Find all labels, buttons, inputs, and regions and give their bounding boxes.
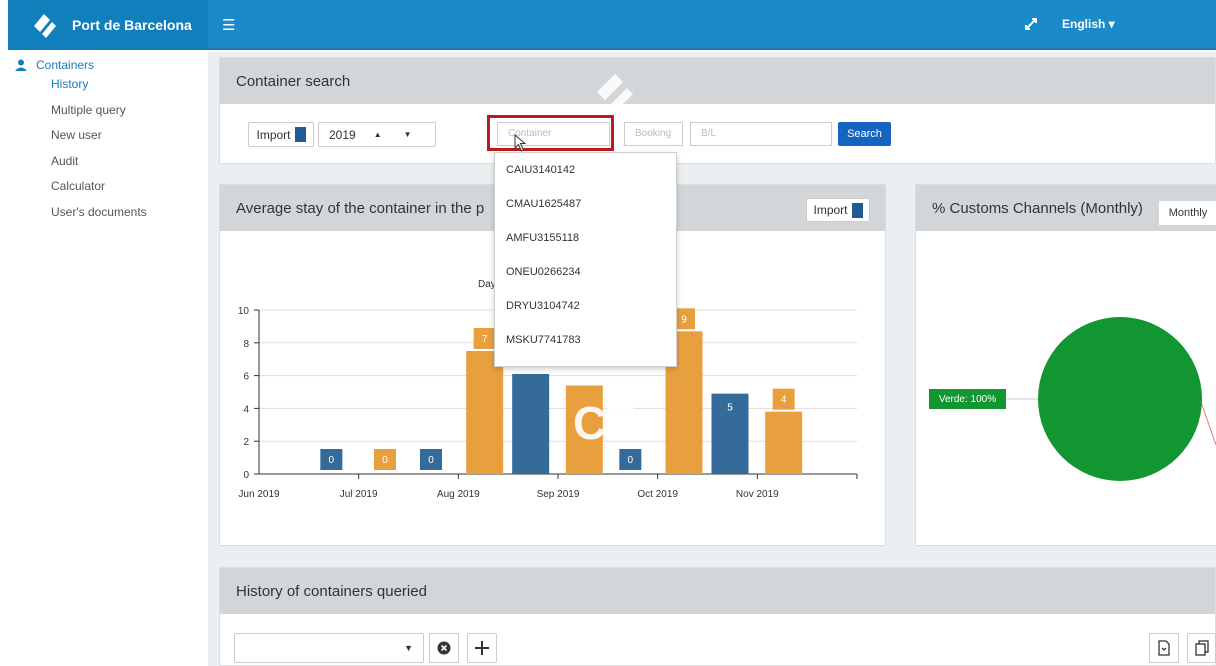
export-pdf-button[interactable]	[1149, 633, 1179, 663]
sidebar-item-calculator[interactable]: Calculator	[8, 174, 208, 200]
chart-import-label: Import	[813, 203, 848, 217]
history-filter-select[interactable]: ▼	[234, 633, 424, 663]
year-value: 2019	[329, 127, 356, 142]
y-tick-label: 4	[243, 404, 249, 415]
history-title: History of containers queried	[220, 568, 1215, 614]
data-label: 9	[681, 314, 687, 325]
dropdown-option[interactable]: DRYU3104742	[495, 289, 676, 323]
y-tick-label: 10	[238, 306, 250, 317]
data-label: 7	[482, 334, 488, 345]
plus-icon	[475, 641, 489, 655]
sidebar-item-audit[interactable]: Audit	[8, 149, 208, 175]
dropdown-option[interactable]: CMAU1625487	[495, 187, 676, 221]
x-tick-label: Jun 2019	[238, 489, 280, 500]
chart-import-swatch	[851, 202, 863, 218]
copy-button[interactable]	[1187, 633, 1216, 663]
data-label: 0	[382, 455, 388, 466]
pie-slice-verde	[1038, 317, 1202, 481]
watermark-letters: CT	[573, 397, 635, 449]
year-stepper[interactable]: 2019 ▲ ▼	[318, 122, 436, 147]
user-icon	[15, 59, 27, 71]
bl-input[interactable]: B/L	[690, 122, 832, 146]
import-color-swatch	[294, 127, 306, 142]
top-bar: Port de Barcelona ☰ English ▾	[8, 0, 1216, 50]
average-stay-title-text: Average stay of the container in the p	[236, 199, 485, 217]
x-tick-label: Sep 2019	[537, 489, 580, 500]
search-button[interactable]: Search	[838, 122, 891, 146]
y-tick-label: 2	[243, 437, 249, 448]
fullscreen-icon[interactable]	[1023, 16, 1039, 32]
x-tick-label: Oct 2019	[637, 489, 678, 500]
select-caret-icon: ▼	[404, 643, 413, 653]
watermark-logo-icon	[597, 74, 633, 110]
sidebar: Containers History Multiple query New us…	[8, 52, 208, 232]
brand-name: Port de Barcelona	[72, 17, 192, 33]
data-label: 0	[428, 455, 434, 466]
container-suggestions-dropdown: CAIU3140142 CMAU1625487 AMFU3155118 ONEU026…	[494, 152, 677, 367]
data-label: 0	[628, 455, 634, 466]
increment-icon[interactable]: ▲	[374, 130, 382, 139]
sidebar-section-containers[interactable]: Containers	[8, 52, 208, 72]
pdf-icon	[1158, 640, 1170, 656]
booking-input[interactable]: Booking	[624, 122, 683, 146]
chart-import-toggle-button[interactable]: Import	[806, 198, 870, 222]
y-tick-label: 0	[243, 470, 249, 481]
sidebar-item-new-user[interactable]: New user	[8, 123, 208, 149]
dropdown-option[interactable]: AMFU3155118	[495, 221, 676, 255]
bar	[512, 373, 550, 474]
brand[interactable]: Port de Barcelona	[8, 0, 208, 50]
data-label: 0	[329, 455, 335, 466]
x-tick-label: Aug 2019	[437, 489, 480, 500]
add-button[interactable]	[467, 633, 497, 663]
data-label: 4	[781, 395, 787, 406]
language-label: English	[1062, 17, 1106, 31]
dropdown-option[interactable]: MSKU7741783	[495, 323, 676, 357]
clear-icon	[437, 641, 451, 655]
menu-toggle-icon[interactable]: ☰	[222, 16, 235, 34]
container-search-panel: Container search	[219, 57, 1216, 164]
x-tick-label: Nov 2019	[736, 489, 779, 500]
dropdown-caret-icon[interactable]: ▼	[404, 130, 412, 139]
port-logo-icon	[30, 10, 60, 40]
monthly-selector[interactable]: Monthly	[1159, 201, 1216, 225]
data-label: 5	[727, 403, 733, 414]
bar	[466, 351, 504, 474]
sidebar-item-history[interactable]: History	[8, 72, 208, 98]
sidebar-item-users-documents[interactable]: User's documents	[8, 200, 208, 226]
copy-icon	[1194, 640, 1209, 656]
import-label: Import	[256, 127, 291, 142]
pie-slice-label: Verde: 100%	[929, 389, 1006, 409]
language-selector[interactable]: English ▾	[1062, 17, 1115, 31]
sidebar-item-multiple-query[interactable]: Multiple query	[8, 98, 208, 124]
y-tick-label: 6	[243, 372, 249, 383]
sidebar-section-label: Containers	[36, 58, 95, 72]
y-tick-label: 8	[243, 339, 249, 350]
container-input-highlight	[487, 115, 614, 151]
dropdown-option[interactable]: ONEU0266234	[495, 255, 676, 289]
clear-button[interactable]	[429, 633, 459, 663]
cursor-icon	[514, 134, 527, 152]
dropdown-option[interactable]: CAIU3140142	[495, 153, 676, 187]
container-search-title: Container search	[220, 58, 1215, 104]
import-toggle-button[interactable]: Import	[248, 122, 314, 147]
x-tick-label: Jul 2019	[340, 489, 378, 500]
bar	[765, 411, 803, 474]
